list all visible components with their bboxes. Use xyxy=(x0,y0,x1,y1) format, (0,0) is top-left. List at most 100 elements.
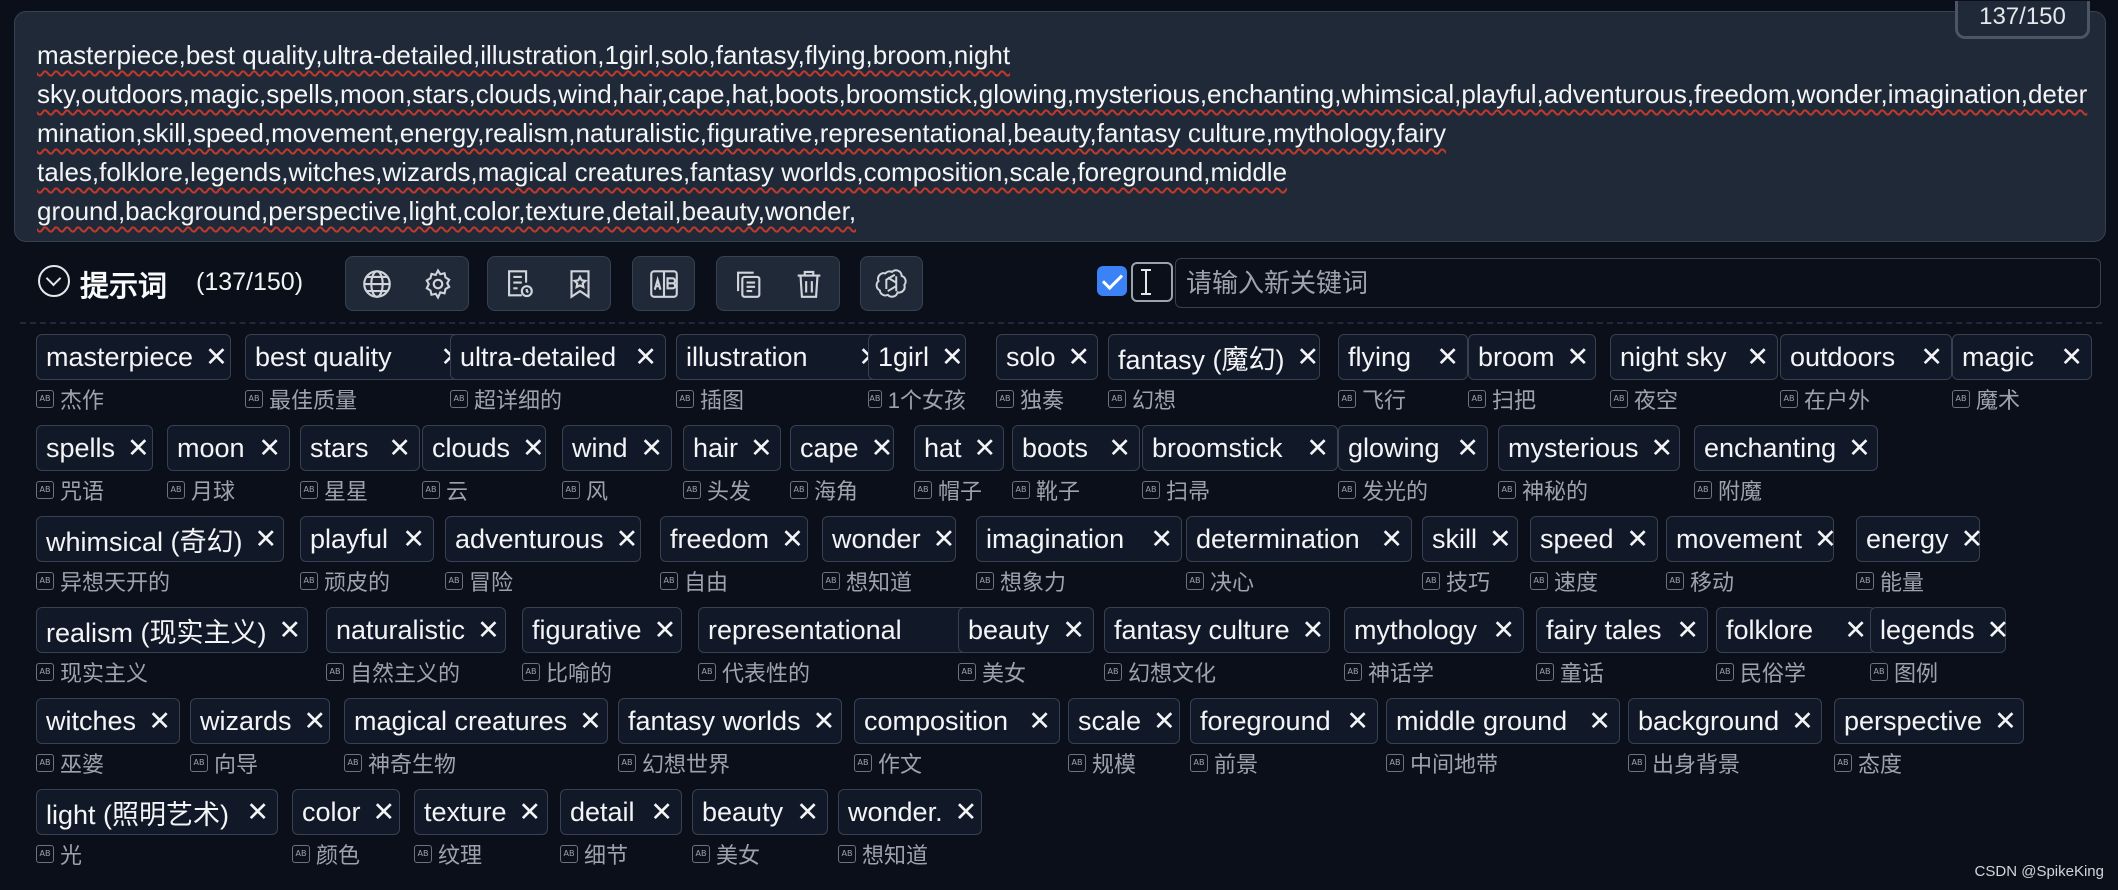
tag-chip[interactable]: spells ✕ xyxy=(36,425,153,471)
tag-chip[interactable]: background ✕ xyxy=(1628,698,1822,744)
tag-chip[interactable]: enchanting ✕ xyxy=(1694,425,1878,471)
tag-chip[interactable]: mythology ✕ xyxy=(1344,607,1524,653)
close-icon[interactable]: ✕ xyxy=(1436,343,1459,371)
tag-chip[interactable]: skill ✕ xyxy=(1422,516,1518,562)
bookmark-icon[interactable] xyxy=(563,267,597,301)
text-cursor-icon[interactable] xyxy=(1131,262,1173,302)
tag-chip[interactable]: best quality✕ xyxy=(245,334,472,380)
close-icon[interactable]: ✕ xyxy=(955,798,978,826)
prompt-textarea[interactable]: masterpiece,best quality,ultra-detailed,… xyxy=(14,1,2106,242)
tag-chip[interactable]: glowing ✕ xyxy=(1338,425,1488,471)
collapse-chevron-icon[interactable] xyxy=(38,265,70,297)
tag-chip[interactable]: hair ✕ xyxy=(683,425,781,471)
tag-chip[interactable]: determination ✕ xyxy=(1186,516,1412,562)
close-icon[interactable]: ✕ xyxy=(796,798,819,826)
tag-chip[interactable]: ultra-detailed ✕ xyxy=(450,334,666,380)
tag-chip[interactable]: witches ✕ xyxy=(36,698,180,744)
close-icon[interactable]: ✕ xyxy=(2060,343,2083,371)
tag-chip[interactable]: moon ✕ xyxy=(167,425,290,471)
close-icon[interactable]: ✕ xyxy=(402,525,425,553)
tag-chip[interactable]: broom ✕ xyxy=(1468,334,1596,380)
close-icon[interactable]: ✕ xyxy=(871,434,894,462)
close-icon[interactable]: ✕ xyxy=(781,525,804,553)
tag-chip[interactable]: composition ✕ xyxy=(854,698,1060,744)
close-icon[interactable]: ✕ xyxy=(1068,343,1091,371)
tag-chip[interactable]: broomstick ✕ xyxy=(1142,425,1338,471)
tag-chip[interactable]: masterpiece ✕ xyxy=(36,334,231,380)
gear-icon[interactable] xyxy=(421,267,455,301)
close-icon[interactable]: ✕ xyxy=(654,616,677,644)
close-icon[interactable]: ✕ xyxy=(304,707,327,735)
close-icon[interactable]: ✕ xyxy=(1153,707,1176,735)
close-icon[interactable]: ✕ xyxy=(1626,525,1649,553)
tag-chip[interactable]: cape ✕ xyxy=(790,425,894,471)
tag-chip[interactable]: representational✕ xyxy=(698,607,986,653)
tag-chip[interactable]: movement ✕ xyxy=(1666,516,1837,562)
close-icon[interactable]: ✕ xyxy=(477,616,500,644)
close-icon[interactable]: ✕ xyxy=(974,434,997,462)
tag-chip[interactable]: beauty ✕ xyxy=(692,789,828,835)
tag-chip[interactable]: 1girl ✕ xyxy=(868,334,966,380)
tag-chip[interactable]: freedom ✕ xyxy=(660,516,808,562)
tag-chip[interactable]: illustration✕ xyxy=(676,334,890,380)
close-icon[interactable]: ✕ xyxy=(813,707,836,735)
close-icon[interactable]: ✕ xyxy=(1306,434,1329,462)
tag-chip[interactable]: adventurous ✕ xyxy=(445,516,641,562)
close-icon[interactable]: ✕ xyxy=(750,434,773,462)
close-icon[interactable]: ✕ xyxy=(1456,434,1479,462)
tag-chip[interactable]: wind ✕ xyxy=(562,425,672,471)
tag-chip[interactable]: folklore ✕ xyxy=(1716,607,1876,653)
close-icon[interactable]: ✕ xyxy=(127,434,150,462)
tag-chip[interactable]: legends ✕ xyxy=(1870,607,2009,653)
tag-chip[interactable]: flying ✕ xyxy=(1338,334,1468,380)
tag-chip[interactable]: magic ✕ xyxy=(1952,334,2092,380)
close-icon[interactable]: ✕ xyxy=(634,343,657,371)
tag-chip[interactable]: middle ground ✕ xyxy=(1386,698,1620,744)
close-icon[interactable]: ✕ xyxy=(148,707,171,735)
close-icon[interactable]: ✕ xyxy=(1961,525,1984,553)
tag-chip[interactable]: stars ✕ xyxy=(300,425,420,471)
tag-chip[interactable]: beauty ✕ xyxy=(958,607,1094,653)
close-icon[interactable]: ✕ xyxy=(1588,707,1611,735)
close-icon[interactable]: ✕ xyxy=(519,798,542,826)
close-icon[interactable]: ✕ xyxy=(522,434,545,462)
tag-chip[interactable]: color ✕ xyxy=(292,789,400,835)
tag-chip[interactable]: realism (现实主义) ✕ xyxy=(36,607,308,653)
close-icon[interactable]: ✕ xyxy=(1746,343,1769,371)
close-icon[interactable]: ✕ xyxy=(1994,707,2017,735)
tag-chip[interactable]: perspective ✕ xyxy=(1834,698,2024,744)
close-icon[interactable]: ✕ xyxy=(941,343,964,371)
tag-chip[interactable]: outdoors ✕ xyxy=(1780,334,1952,380)
tag-chip[interactable]: speed ✕ xyxy=(1530,516,1658,562)
close-icon[interactable]: ✕ xyxy=(1297,343,1320,371)
close-icon[interactable]: ✕ xyxy=(1987,616,2010,644)
close-icon[interactable]: ✕ xyxy=(1062,616,1085,644)
tag-chip[interactable]: fantasy worlds ✕ xyxy=(618,698,842,744)
tag-chip[interactable]: night sky ✕ xyxy=(1610,334,1778,380)
close-icon[interactable]: ✕ xyxy=(1844,616,1867,644)
tag-chip[interactable]: whimsical (奇幻) ✕ xyxy=(36,516,284,562)
tag-chip[interactable]: energy ✕ xyxy=(1856,516,1983,562)
close-icon[interactable]: ✕ xyxy=(640,434,663,462)
close-icon[interactable]: ✕ xyxy=(255,525,278,553)
tag-chip[interactable]: playful ✕ xyxy=(300,516,434,562)
close-icon[interactable]: ✕ xyxy=(205,343,228,371)
tag-chip[interactable]: mysterious ✕ xyxy=(1498,425,1680,471)
close-icon[interactable]: ✕ xyxy=(1150,525,1173,553)
tag-chip[interactable]: hat ✕ xyxy=(914,425,1004,471)
close-icon[interactable]: ✕ xyxy=(1920,343,1943,371)
tag-chip[interactable]: detail ✕ xyxy=(560,789,682,835)
tag-chip[interactable]: naturalistic ✕ xyxy=(326,607,506,653)
close-icon[interactable]: ✕ xyxy=(1791,707,1814,735)
tag-chip[interactable]: texture ✕ xyxy=(414,789,548,835)
close-icon[interactable]: ✕ xyxy=(1489,525,1512,553)
history-list-icon[interactable] xyxy=(502,267,536,301)
globe-icon[interactable] xyxy=(360,267,394,301)
trash-icon[interactable] xyxy=(792,267,826,301)
close-icon[interactable]: ✕ xyxy=(1492,616,1515,644)
openai-icon[interactable] xyxy=(875,267,909,301)
copy-icon[interactable] xyxy=(731,267,765,301)
auto-translate-checkbox[interactable] xyxy=(1097,266,1127,296)
close-icon[interactable]: ✕ xyxy=(1676,616,1699,644)
close-icon[interactable]: ✕ xyxy=(246,798,269,826)
